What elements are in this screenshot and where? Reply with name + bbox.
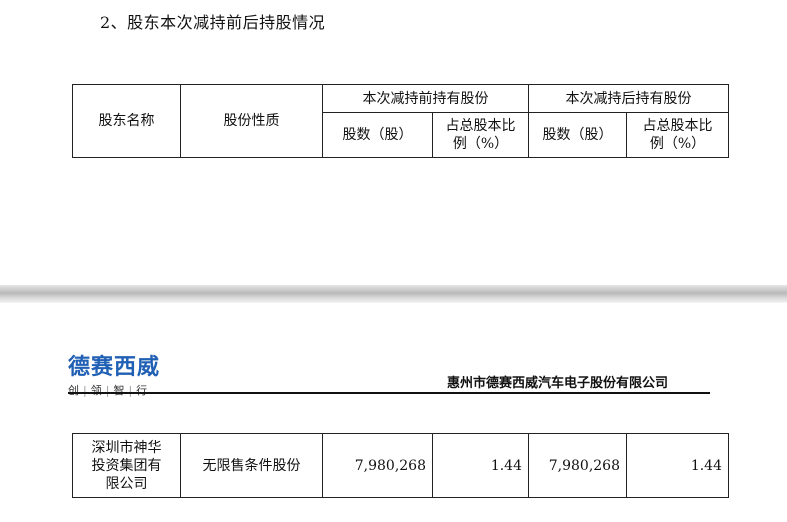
col-header-ratio-after: 占总股本比 例（%） bbox=[626, 112, 729, 158]
col-header-shares-before: 股数（股） bbox=[322, 112, 433, 158]
cell-shares-before: 7,980,268 bbox=[322, 433, 433, 498]
logo-text: 德赛西威 bbox=[68, 355, 161, 380]
col-header-nature: 股份性质 bbox=[180, 84, 323, 158]
col-header-before: 本次减持前持有股份 bbox=[322, 84, 529, 113]
section-heading: 2、股东本次减持前后持股情况 bbox=[100, 13, 326, 32]
tagline-char: 智 bbox=[113, 384, 126, 397]
cell-shares-after: 7,980,268 bbox=[528, 433, 627, 498]
col-header-shares-after: 股数（股） bbox=[528, 112, 627, 158]
holder-line: 投资集团有 bbox=[91, 457, 162, 474]
cell-ratio-after: 1.44 bbox=[626, 433, 729, 498]
company-name: 惠州市德赛西威汽车电子股份有限公司 bbox=[447, 376, 669, 391]
ratio-label-line1: 占总股本比 bbox=[445, 118, 516, 134]
cell-holder: 深圳市神华 投资集团有 限公司 bbox=[72, 433, 181, 498]
holdings-table-row: 深圳市神华 投资集团有 限公司 无限售条件股份 7,980,268 1.44 7… bbox=[72, 433, 729, 498]
col-header-holder: 股东名称 bbox=[72, 84, 181, 158]
tagline-char: 行 bbox=[136, 384, 149, 397]
holdings-table-header: 股东名称 股份性质 本次减持前持有股份 本次减持后持有股份 股数（股） 占总股本… bbox=[72, 84, 729, 158]
tagline-char: 创 bbox=[68, 384, 80, 397]
tagline-separator: | bbox=[105, 384, 111, 397]
holder-line: 限公司 bbox=[105, 475, 148, 492]
cell-ratio-before: 1.44 bbox=[432, 433, 529, 498]
cell-nature: 无限售条件股份 bbox=[180, 433, 323, 498]
ratio-label-line1: 占总股本比 bbox=[642, 118, 713, 134]
ratio-label-line2: 例（%） bbox=[649, 136, 706, 152]
tagline-separator: | bbox=[83, 384, 88, 397]
header-rule bbox=[68, 392, 710, 394]
page-top: 2、股东本次减持前后持股情况 股东名称 股份性质 本次减持前持有股份 本次减持后… bbox=[0, 0, 787, 285]
holder-line: 深圳市神华 bbox=[91, 439, 162, 456]
ratio-label-line2: 例（%） bbox=[452, 136, 509, 152]
cut-off-text bbox=[160, 514, 290, 522]
tagline-char: 领 bbox=[90, 384, 103, 397]
tagline-separator: | bbox=[128, 384, 134, 397]
page-gap-divider bbox=[0, 285, 787, 303]
logo-tagline: 创 | 领 | 智 | 行 bbox=[68, 382, 160, 398]
col-header-ratio-before: 占总股本比 例（%） bbox=[432, 112, 529, 158]
table-row: 深圳市神华 投资集团有 限公司 无限售条件股份 7,980,268 1.44 7… bbox=[72, 433, 729, 498]
col-header-after: 本次减持后持有股份 bbox=[528, 84, 729, 113]
